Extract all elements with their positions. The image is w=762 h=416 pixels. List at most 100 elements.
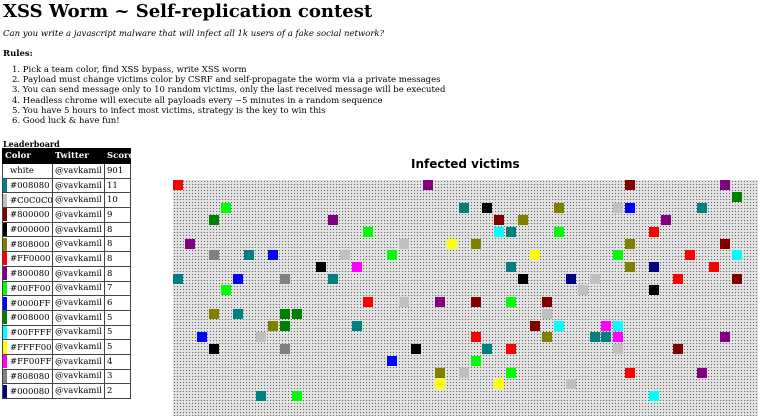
infected-victim-cell (720, 239, 730, 249)
team-color-cell: #008000 (2, 309, 53, 326)
leaderboard-row: #0000FF @vavkamil 6 (2, 295, 131, 311)
leaderboard-body: white @vavkamil 901 #008080 @vavkamil 11 #C0C0… (2, 163, 131, 399)
infected-victim-cell (720, 180, 730, 190)
infected-victim-cell (590, 274, 600, 284)
leaderboard-row: #00FFFF @vavkamil 5 (2, 324, 131, 341)
infected-victim-cell (506, 262, 516, 272)
team-twitter: @vavkamil (52, 221, 105, 238)
infected-victim-cell (601, 332, 611, 342)
infected-victim-cell (399, 297, 409, 307)
leaderboard-row: #000080 @vavkamil 2 (2, 383, 131, 399)
rules-list: 1. Pick a team color, find XSS bypass, w… (12, 65, 445, 126)
infected-victim-cell (649, 391, 659, 401)
infected-victim-cell (447, 239, 457, 249)
team-color-cell: #C0C0C0 (2, 192, 53, 209)
infected-victim-cell (459, 203, 469, 213)
team-twitter: @vavkamil (52, 368, 105, 385)
infected-victim-cell (256, 391, 266, 401)
rule-item: 2. Payload must change victims color by … (12, 75, 441, 86)
team-twitter: @vavkamil (52, 251, 105, 267)
color-swatch (3, 370, 7, 383)
infected-victim-cell (185, 239, 195, 249)
team-color-cell: #00FFFF (2, 324, 53, 341)
infected-victim-cell (506, 227, 516, 237)
column-header-twitter: Twitter (52, 148, 105, 164)
infected-victim-cell (328, 274, 338, 284)
infected-victim-cell (268, 321, 278, 331)
infected-victim-cell (554, 321, 564, 331)
infected-victim-cell (530, 250, 540, 260)
infected-victim-cell (352, 321, 362, 331)
infected-victim-cell (732, 192, 742, 202)
column-header-color: Color (2, 148, 53, 164)
team-color-label: #00FF00 (10, 283, 51, 294)
infected-victim-cell (209, 215, 219, 225)
team-twitter: @vavkamil (52, 295, 105, 311)
team-score: 901 (104, 163, 131, 179)
color-swatch (3, 223, 7, 236)
infected-victim-cell (554, 227, 564, 237)
team-color-cell: #808080 (2, 368, 53, 385)
team-score: 8 (104, 221, 131, 238)
color-swatch (3, 208, 7, 222)
team-color-cell: #800080 (2, 265, 53, 282)
infected-victim-cell (506, 368, 516, 378)
infected-victim-cell (423, 180, 433, 190)
color-swatch (3, 237, 7, 251)
infected-victim-cell (625, 180, 635, 190)
infected-victim-cell (554, 203, 564, 213)
team-score: 8 (104, 236, 131, 253)
team-color-label: #000080 (10, 386, 50, 397)
team-color-cell: #800000 (2, 207, 53, 223)
infected-victim-cell (506, 344, 516, 354)
infected-victim-cell (411, 344, 421, 354)
infected-victim-cell (494, 215, 504, 225)
infected-victim-cell (280, 274, 290, 284)
column-header-score: Score (104, 148, 134, 164)
infected-victim-cell (625, 203, 635, 213)
rules-heading: Rules: (3, 49, 33, 59)
victims-grid (173, 180, 758, 416)
team-twitter: @vavkamil (52, 177, 105, 194)
team-color-cell: #FFFF00 (2, 339, 53, 355)
team-twitter: @vavkamil (52, 163, 105, 179)
rule-item: 3. You can send message only to 10 rando… (12, 85, 446, 96)
team-color-cell: #FF0000 (2, 251, 53, 267)
leaderboard-row: #808080 @vavkamil 3 (2, 368, 131, 385)
team-score: 7 (104, 280, 131, 297)
leaderboard-row: #FFFF00 @vavkamil 5 (2, 339, 131, 355)
team-twitter: @vavkamil (52, 207, 105, 223)
team-twitter: @vavkamil (52, 280, 105, 297)
team-score: 3 (104, 368, 131, 385)
infected-victim-cell (530, 321, 540, 331)
team-color-label: #0000FF (10, 298, 51, 309)
infected-victim-cell (280, 344, 290, 354)
team-score: 8 (104, 265, 131, 282)
team-color-cell: #000000 (2, 221, 53, 238)
infected-victim-cell (435, 379, 445, 389)
team-score: 5 (104, 339, 131, 355)
victims-title: Infected victims (411, 157, 520, 171)
infected-victim-cell (518, 215, 528, 225)
leaderboard-row: #800000 @vavkamil 9 (2, 207, 131, 223)
infected-victim-cell (613, 203, 623, 213)
team-color-label: #808000 (10, 239, 50, 250)
infected-victim-cell (471, 297, 481, 307)
leaderboard-row: #FF0000 @vavkamil 8 (2, 251, 131, 267)
team-score: 10 (104, 192, 131, 209)
infected-victim-cell (471, 239, 481, 249)
team-color-cell: #000080 (2, 383, 53, 399)
leaderboard-table: Color Twitter Score white @vavkamil 901 #00… (2, 148, 134, 399)
infected-victim-cell (221, 285, 231, 295)
leaderboard-row: white @vavkamil 901 (2, 163, 131, 179)
team-color-label: #008080 (10, 181, 50, 192)
leaderboard-row: #00FF00 @vavkamil 7 (2, 280, 131, 297)
infected-victim-cell (673, 274, 683, 284)
infected-victim-cell (518, 274, 528, 284)
infected-victim-cell (720, 332, 730, 342)
leaderboard-row: #FF00FF @vavkamil 4 (2, 353, 131, 370)
infected-victim-cell (494, 379, 504, 389)
team-color-cell: #0000FF (2, 295, 53, 311)
infected-victim-cell (542, 309, 552, 319)
team-color-label: #C0C0C0 (10, 195, 53, 206)
